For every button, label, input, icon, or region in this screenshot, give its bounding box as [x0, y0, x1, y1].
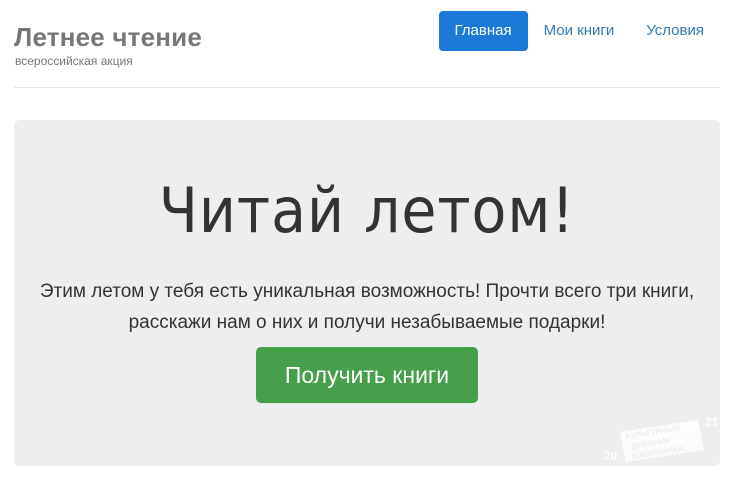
watermark-year-left: 20 [604, 449, 618, 463]
hero-lead-line-1: Этим летом у тебя есть уникальная возмож… [39, 281, 695, 302]
nav-item-my-books[interactable]: Мои книги [528, 11, 631, 51]
hero-jumbotron: Читай летом! Этим летом у тебя есть уник… [14, 120, 720, 466]
get-books-button[interactable]: Получить книги [256, 347, 478, 403]
watermark-year-right: 21 [705, 415, 719, 429]
site-title[interactable]: Летнее чтение [14, 22, 202, 53]
site-subtitle: всероссийская акция [15, 54, 133, 68]
main-nav: Главная Мои книги Условия [438, 11, 721, 51]
culture-diary-logo-watermark: КУЛЬТУРНЫЙ ДНЕВНИК ШКОЛЬНИКА 20 21 [604, 415, 719, 463]
nav-item-home[interactable]: Главная [438, 11, 528, 51]
nav-item-terms[interactable]: Условия [630, 11, 720, 51]
hero-title: Читай летом! [158, 174, 576, 247]
hero-lead-line-2: расскажи нам о них и получи незабываемые… [128, 312, 606, 333]
site-header: Летнее чтение всероссийская акция Главна… [14, 0, 720, 88]
hero-lead: Этим летом у тебя есть уникальная возмож… [38, 276, 696, 338]
